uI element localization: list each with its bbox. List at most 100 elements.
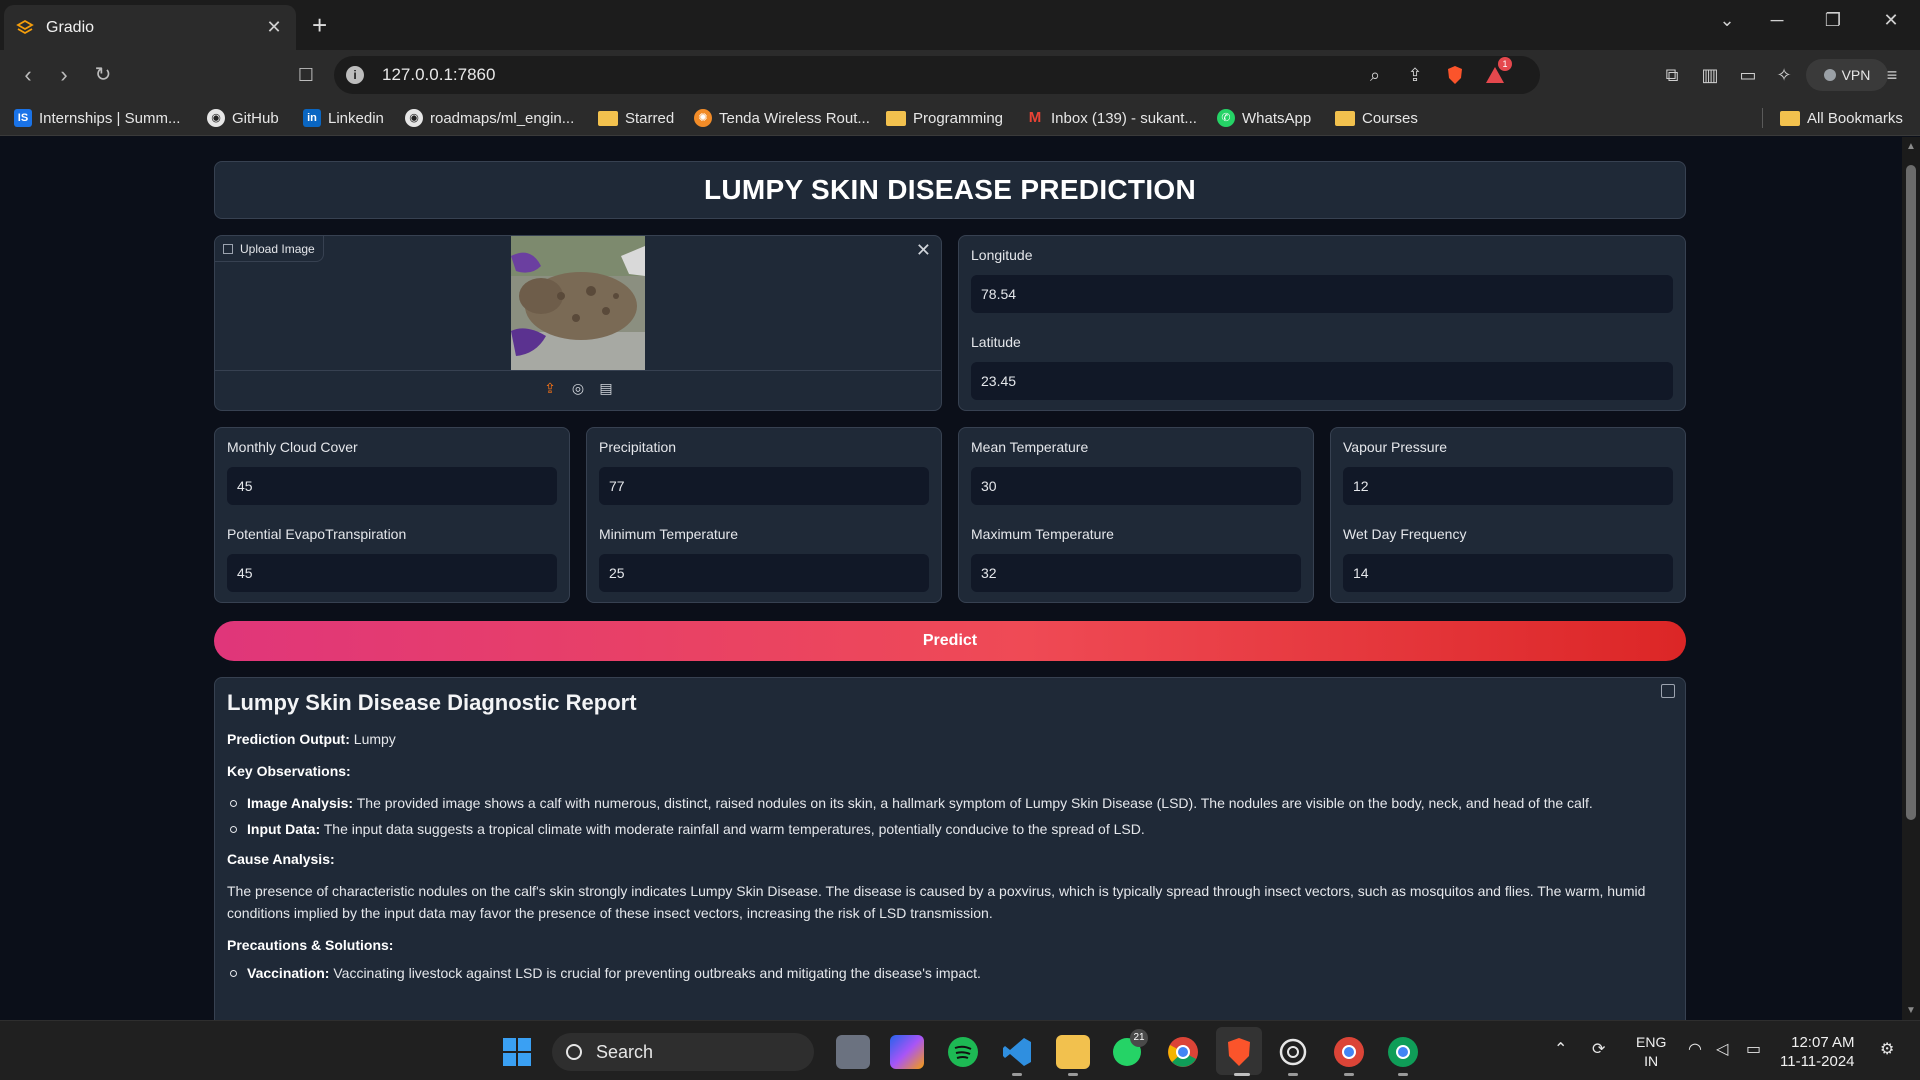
url-text[interactable]: 127.0.0.1:7860 bbox=[382, 65, 495, 85]
heading-text: Precautions & Solutions: bbox=[227, 937, 394, 953]
extensions-icon[interactable]: ⧉ bbox=[1660, 63, 1684, 87]
item-label: Vaccination: bbox=[247, 965, 330, 981]
restore-icon[interactable]: ❐ bbox=[1818, 10, 1848, 31]
max-temp-input[interactable]: 32 bbox=[971, 554, 1301, 592]
zoom-icon[interactable]: ⌕ bbox=[1364, 64, 1386, 86]
new-tab-icon[interactable]: + bbox=[312, 12, 327, 38]
folder-icon bbox=[1335, 110, 1355, 126]
running-indicator bbox=[1398, 1073, 1408, 1076]
volume-icon[interactable]: ◁ bbox=[1716, 1039, 1728, 1059]
upload-icon[interactable]: ⇪ bbox=[542, 380, 558, 396]
site-info-icon[interactable]: i bbox=[346, 66, 364, 84]
max-temp-label: Maximum Temperature bbox=[971, 526, 1114, 542]
tab-search-chevron-icon[interactable]: ⌄ bbox=[1712, 10, 1742, 31]
copilot-icon[interactable] bbox=[890, 1035, 924, 1069]
clipboard-icon[interactable]: ▤ bbox=[598, 380, 614, 396]
latitude-input[interactable]: 23.45 bbox=[971, 362, 1673, 400]
address-bar[interactable]: i 127.0.0.1:7860 ⌕ ⇪ 1 bbox=[334, 56, 1540, 94]
wallet-icon[interactable]: ▭ bbox=[1736, 63, 1760, 87]
report-title: Lumpy Skin Disease Diagnostic Report bbox=[227, 690, 637, 715]
menu-icon[interactable]: ≡ bbox=[1880, 63, 1904, 87]
taskbar-search[interactable]: Search bbox=[552, 1033, 814, 1071]
min-temp-input[interactable]: 25 bbox=[599, 554, 929, 592]
bookmark-label: Linkedin bbox=[328, 109, 384, 127]
mean-temp-input[interactable]: 30 bbox=[971, 467, 1301, 505]
wifi-icon[interactable]: ◠ bbox=[1688, 1039, 1702, 1059]
image-upload-panel[interactable]: Upload Image ✕ ⇪ ◎ ▤ bbox=[214, 235, 942, 411]
brave-shield-icon[interactable] bbox=[1444, 64, 1466, 86]
chatgpt-icon[interactable] bbox=[1276, 1035, 1310, 1069]
longitude-input[interactable]: 78.54 bbox=[971, 275, 1673, 313]
chrome-icon[interactable] bbox=[1166, 1035, 1200, 1069]
page-scrollbar[interactable]: ▲ ▼ bbox=[1902, 137, 1920, 1020]
webcam-icon[interactable]: ◎ bbox=[570, 380, 586, 396]
brave-icon[interactable] bbox=[1222, 1035, 1256, 1069]
clear-image-icon[interactable]: ✕ bbox=[916, 240, 931, 261]
precautions-list: Vaccination: Vaccinating livestock again… bbox=[227, 962, 1673, 984]
minimize-icon[interactable]: ─ bbox=[1762, 10, 1792, 31]
system-clock[interactable]: 12:07 AM 11-11-2024 bbox=[1780, 1033, 1855, 1071]
copy-icon[interactable] bbox=[1661, 684, 1675, 698]
gradio-logo-icon bbox=[16, 19, 34, 34]
chrome-profile-icon[interactable] bbox=[1332, 1035, 1366, 1069]
bookmark-starred[interactable]: Starred bbox=[598, 107, 674, 129]
item-label: Image Analysis: bbox=[247, 795, 354, 811]
scroll-thumb[interactable] bbox=[1906, 165, 1916, 820]
bookmark-github[interactable]: ◉ GitHub bbox=[207, 107, 279, 129]
pet-input[interactable]: 45 bbox=[227, 554, 557, 592]
reload-icon[interactable]: ↻ bbox=[90, 62, 116, 88]
bookmark-internships[interactable]: IS Internships | Summ... bbox=[14, 107, 180, 129]
bookmark-inbox[interactable]: M Inbox (139) - sukant... bbox=[1026, 107, 1197, 129]
window-close-icon[interactable]: ✕ bbox=[1876, 10, 1906, 31]
item-text: The input data suggests a tropical clima… bbox=[323, 821, 1145, 837]
image-input-label: Upload Image bbox=[215, 236, 324, 262]
bookmark-label: Starred bbox=[625, 109, 675, 127]
battery-icon[interactable]: ▭ bbox=[1746, 1039, 1761, 1059]
show-hidden-icons-icon[interactable]: ⌃ bbox=[1554, 1039, 1567, 1059]
bookmark-tenda[interactable]: ✺ Tenda Wireless Rout... bbox=[694, 107, 870, 129]
task-view-icon[interactable] bbox=[836, 1035, 870, 1069]
prediction-output: Prediction Output: Lumpy bbox=[227, 728, 1673, 750]
tab-close-icon[interactable]: ✕ bbox=[264, 17, 284, 38]
uploaded-calf-image bbox=[511, 236, 645, 370]
sync-icon[interactable]: ⟳ bbox=[1592, 1039, 1605, 1059]
region-code: IN bbox=[1644, 1053, 1659, 1069]
linkedin-icon: in bbox=[303, 109, 321, 127]
bookmark-programming[interactable]: Programming bbox=[886, 107, 1003, 129]
gmail-icon: M bbox=[1028, 109, 1042, 126]
active-indicator bbox=[1234, 1073, 1250, 1076]
cloud-cover-input[interactable]: 45 bbox=[227, 467, 557, 505]
heading-text: Key Observations: bbox=[227, 763, 351, 779]
min-temp-label: Minimum Temperature bbox=[599, 526, 739, 542]
back-icon[interactable]: ‹ bbox=[15, 62, 41, 88]
vscode-icon[interactable] bbox=[1000, 1035, 1034, 1069]
browser-tab[interactable]: Gradio ✕ bbox=[4, 5, 296, 50]
precipitation-input[interactable]: 77 bbox=[599, 467, 929, 505]
vpn-button[interactable]: VPN bbox=[1806, 59, 1888, 91]
bookmark-whatsapp[interactable]: ✆ WhatsApp bbox=[1217, 107, 1311, 129]
all-bookmarks[interactable]: All Bookmarks bbox=[1780, 107, 1903, 129]
windows-start-icon[interactable] bbox=[500, 1035, 534, 1069]
chrome-profile-icon[interactable] bbox=[1386, 1035, 1420, 1069]
vapour-pressure-input[interactable]: 12 bbox=[1343, 467, 1673, 505]
wet-day-freq-input[interactable]: 14 bbox=[1343, 554, 1673, 592]
sidebar-icon[interactable]: ▥ bbox=[1698, 63, 1722, 87]
notifications-icon[interactable]: ⚙ bbox=[1880, 1039, 1894, 1059]
running-indicator bbox=[1288, 1073, 1298, 1076]
scroll-up-icon[interactable]: ▲ bbox=[1906, 141, 1916, 152]
share-icon[interactable]: ⇪ bbox=[1404, 64, 1426, 86]
bookmarks-divider bbox=[1762, 108, 1763, 128]
forward-icon[interactable]: › bbox=[51, 62, 77, 88]
file-explorer-icon[interactable] bbox=[1056, 1035, 1090, 1069]
language-indicator[interactable]: ENG IN bbox=[1636, 1033, 1666, 1071]
bookmark-roadmaps[interactable]: ◉ roadmaps/ml_engin... bbox=[405, 107, 574, 129]
leo-ai-icon[interactable]: ✧ bbox=[1772, 63, 1796, 87]
spotify-icon[interactable] bbox=[946, 1035, 980, 1069]
bookmark-icon[interactable]: ☐ bbox=[293, 62, 319, 88]
bookmark-courses[interactable]: Courses bbox=[1335, 107, 1418, 129]
scroll-down-icon[interactable]: ▼ bbox=[1906, 1005, 1916, 1016]
bookmark-label: Programming bbox=[913, 109, 1004, 127]
rewards-badge: 1 bbox=[1498, 57, 1512, 71]
bookmark-linkedin[interactable]: in Linkedin bbox=[303, 107, 384, 129]
predict-button[interactable]: Predict bbox=[214, 621, 1686, 661]
